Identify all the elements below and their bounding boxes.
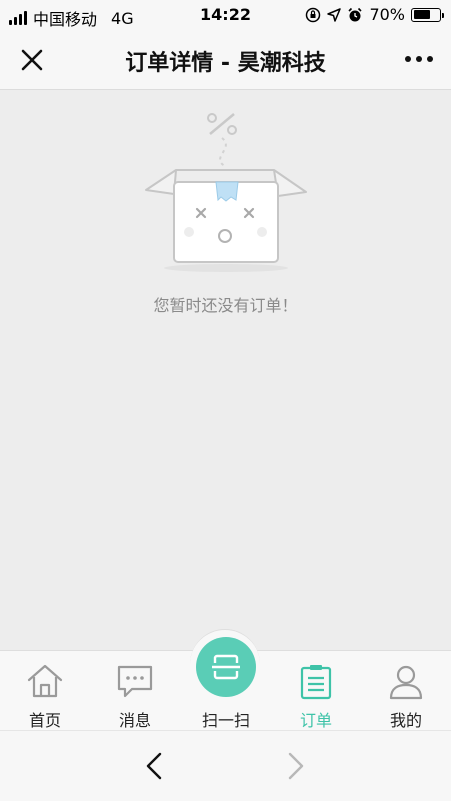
tab-home-label: 首页 bbox=[28, 711, 61, 730]
chevron-right-icon[interactable] bbox=[280, 751, 310, 781]
tab-bar: 首页 消息 扫一扫 订单 我的 bbox=[0, 629, 451, 731]
browser-toolbar bbox=[0, 730, 451, 801]
battery-icon bbox=[411, 7, 444, 22]
tab-home[interactable]: 首页 bbox=[10, 651, 80, 731]
alarm-icon bbox=[348, 7, 363, 21]
tab-scan[interactable]: 扫一扫 bbox=[191, 651, 261, 731]
message-icon bbox=[117, 665, 153, 698]
navigation-bar: 订单详情 - 昊潮科技 bbox=[0, 30, 451, 90]
empty-box-illustration bbox=[145, 113, 307, 272]
order-icon bbox=[300, 665, 332, 700]
tab-profile-label: 我的 bbox=[389, 711, 422, 730]
location-icon bbox=[327, 7, 342, 22]
tab-messages-label: 消息 bbox=[118, 711, 151, 730]
status-right: 70% bbox=[305, 5, 444, 24]
status-bar: 中国移动 4G 14:22 70% bbox=[0, 0, 451, 30]
tab-messages[interactable]: 消息 bbox=[100, 651, 170, 731]
battery-percent: 70% bbox=[369, 5, 405, 24]
chevron-left-icon[interactable] bbox=[140, 751, 170, 781]
page-title: 订单详情 - 昊潮科技 bbox=[125, 51, 326, 76]
home-icon bbox=[27, 664, 63, 698]
tab-orders-label: 订单 bbox=[299, 711, 332, 730]
tab-orders[interactable]: 订单 bbox=[281, 651, 351, 731]
tab-profile[interactable]: 我的 bbox=[371, 651, 441, 731]
more-icon[interactable] bbox=[401, 46, 437, 72]
percent-tag-icon bbox=[207, 113, 237, 135]
empty-message: 您暂时还没有订单！ bbox=[153, 296, 298, 315]
user-icon bbox=[389, 665, 423, 700]
rotation-lock-icon bbox=[306, 7, 321, 22]
tab-scan-label: 扫一扫 bbox=[201, 711, 250, 730]
